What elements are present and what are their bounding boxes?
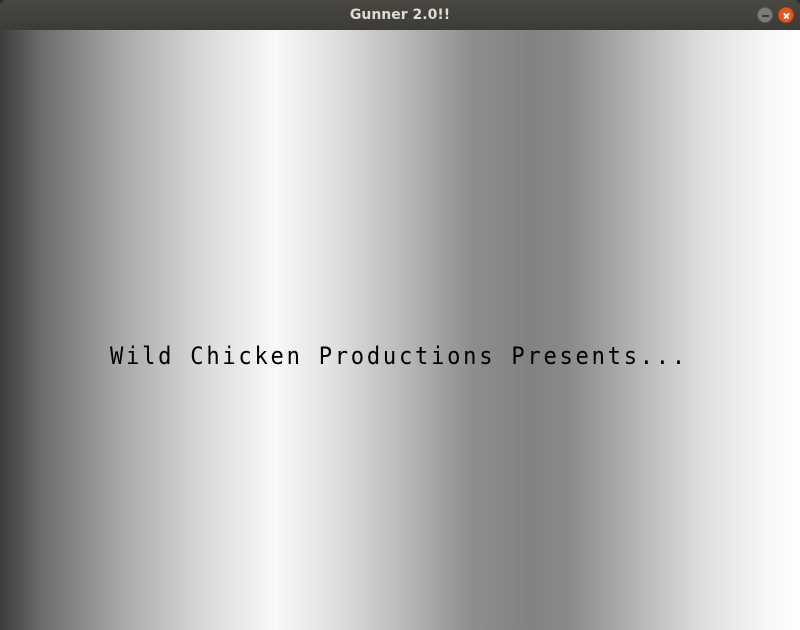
game-window: Gunner 2.0!! Wild Chicken Productions Pr… [0,0,800,630]
window-title: Gunner 2.0!! [349,7,451,23]
game-canvas[interactable]: Wild Chicken Productions Presents... [0,30,800,630]
title-bar[interactable]: Gunner 2.0!! [0,0,800,30]
close-icon[interactable] [778,7,794,23]
intro-text: Wild Chicken Productions Presents... [110,342,688,370]
minimize-icon[interactable] [757,7,773,23]
